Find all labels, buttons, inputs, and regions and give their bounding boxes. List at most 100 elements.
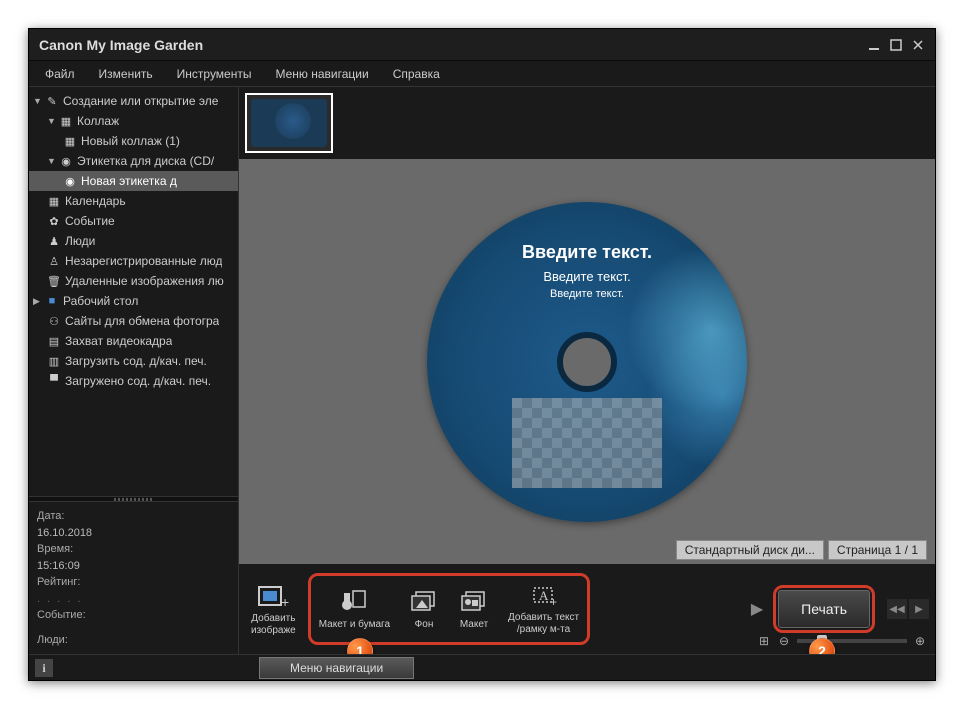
menu-navmenu[interactable]: Меню навигации [263,63,380,85]
trash-icon: 🗑 [47,275,61,288]
disc-text-line3[interactable]: Введите текст. [427,288,747,300]
layout-button[interactable]: Макет [452,578,496,640]
tree-sharing[interactable]: ⚇Сайты для обмена фотогра [29,311,238,331]
minimize-button[interactable] [867,38,881,52]
menu-tools[interactable]: Инструменты [165,63,264,85]
collage-icon: ▦ [59,115,73,128]
canvas-area[interactable]: Введите текст. Введите текст. Введите те… [239,159,935,564]
date-value: 16.10.2018 [37,525,230,542]
disc-preview[interactable]: Введите текст. Введите текст. Введите те… [427,202,747,522]
layout-label: Макет [460,619,488,631]
people-icon: ♟ [47,235,61,248]
event-label: Событие: [37,609,86,621]
video-icon: ▤ [47,335,61,348]
tree-people[interactable]: ♟Люди [29,231,238,251]
date-label: Дата: [37,510,64,522]
tree-collage[interactable]: ▦Коллаж [29,111,238,131]
disc-text-area[interactable]: Введите текст. Введите текст. Введите те… [427,242,747,300]
rating-value[interactable]: . . . . . [37,591,230,608]
disc-text-line1[interactable]: Введите текст. [427,242,747,263]
menu-help[interactable]: Справка [381,63,452,85]
background-button[interactable]: Фон [402,578,446,640]
zoom-controls: ⊞ ⊖ ⊕ [757,634,927,648]
tree-unregistered[interactable]: ♙Незарегистрированные люд [29,251,238,271]
print-button[interactable]: Печать [778,590,870,628]
paper-icon [338,588,370,616]
menubar: Файл Изменить Инструменты Меню навигации… [29,61,935,87]
menu-file[interactable]: Файл [33,63,87,85]
sidebar: ✎Создание или открытие эле ▦Коллаж ▦Новы… [29,87,239,654]
tree-calendar[interactable]: ▦Календарь [29,191,238,211]
tree-disc-label[interactable]: ◉Этикетка для диска (CD/ [29,151,238,171]
text-icon: A+ [528,582,560,609]
status-bar: i Меню навигации [29,654,935,680]
disc-item-icon: ◉ [63,175,77,188]
page-status: Стандартный диск ди... Страница 1 / 1 [676,540,927,560]
tree-new-label[interactable]: ◉Новая этикетка д [29,171,238,191]
zoom-in-button[interactable]: ⊕ [913,634,927,648]
paper-layout-button[interactable]: Макет и бумага [313,578,396,640]
tree-event[interactable]: ✿Событие [29,211,238,231]
maximize-button[interactable] [889,38,903,52]
calendar-icon: ▦ [47,195,61,208]
nav-menu-button[interactable]: Меню навигации [259,657,414,679]
edit-tools-group: Макет и бумага Фон Макет A+ Добавить тек… [308,573,590,645]
page-nav: ◀◀ ▶ [887,599,929,619]
tree-new-collage[interactable]: ▦Новый коллаж (1) [29,131,238,151]
rating-label: Рейтинг: [37,576,80,588]
disc-text-line2[interactable]: Введите текст. [427,269,747,284]
background-icon [408,588,440,616]
folder-icon: ▀ [47,375,61,387]
page-number-chip: Страница 1 / 1 [828,540,927,560]
titlebar: Canon My Image Garden [29,29,935,61]
svg-text:+: + [281,594,289,609]
print-group: Печать [773,585,875,633]
window-title: Canon My Image Garden [39,37,867,53]
add-image-label: Добавить изображе [251,613,296,637]
tree-deleted[interactable]: 🗑Удаленные изображения лю [29,271,238,291]
info-button[interactable]: i [35,659,53,677]
body-area: ✎Создание или открытие эле ▦Коллаж ▦Новы… [29,87,935,654]
layout-icon [458,588,490,616]
tree-desktop[interactable]: ■Рабочий стол [29,291,238,311]
tree-download[interactable]: ▥Загрузить сод. д/кач. печ. [29,351,238,371]
tree-capture[interactable]: ▤Захват видеокадра [29,331,238,351]
menu-edit[interactable]: Изменить [87,63,165,85]
paper-label: Макет и бумага [319,619,390,631]
globe-icon: ⚇ [47,315,61,328]
disc-icon: ◉ [59,155,73,168]
disc-hole [557,332,617,392]
add-text-label: Добавить текст /рамку м-та [508,612,579,636]
bottom-toolbar: + Добавить изображе Макет и бумага Фон М… [239,564,935,654]
image-placeholder[interactable] [512,398,662,488]
tree: ✎Создание или открытие эле ▦Коллаж ▦Новы… [29,87,238,496]
add-image-button[interactable]: + Добавить изображе [245,578,302,641]
window-controls [867,38,925,52]
collage-item-icon: ▦ [63,135,77,148]
fit-window-button[interactable]: ⊞ [757,634,771,648]
page-thumbnail[interactable] [245,93,333,153]
time-value: 15:16:09 [37,558,230,575]
expand-toolbar-button[interactable]: ▶ [747,599,767,619]
svg-text:+: + [550,595,557,608]
people-label: Люди: [37,634,68,646]
app-window: Canon My Image Garden Файл Изменить Инст… [28,28,936,681]
next-page-button[interactable]: ▶ [909,599,929,619]
add-image-icon: + [257,582,289,610]
prev-page-button[interactable]: ◀◀ [887,599,907,619]
event-icon: ✿ [47,215,61,228]
tree-downloaded[interactable]: ▀Загружено сод. д/кач. печ. [29,371,238,391]
tree-create[interactable]: ✎Создание или открытие эле [29,91,238,111]
zoom-out-button[interactable]: ⊖ [777,634,791,648]
person-icon: ♙ [47,255,61,268]
meta-panel: Дата: 16.10.2018 Время: 15:16:09 Рейтинг… [29,502,238,654]
close-button[interactable] [911,38,925,52]
add-text-button[interactable]: A+ Добавить текст /рамку м-та [502,578,585,640]
disc-type-chip[interactable]: Стандартный диск ди... [676,540,824,560]
content-area: Введите текст. Введите текст. Введите те… [239,87,935,654]
time-label: Время: [37,543,73,555]
desktop-icon: ■ [45,295,59,307]
svg-text:A: A [539,588,549,603]
download-icon: ▥ [47,355,61,368]
create-icon: ✎ [45,95,59,108]
